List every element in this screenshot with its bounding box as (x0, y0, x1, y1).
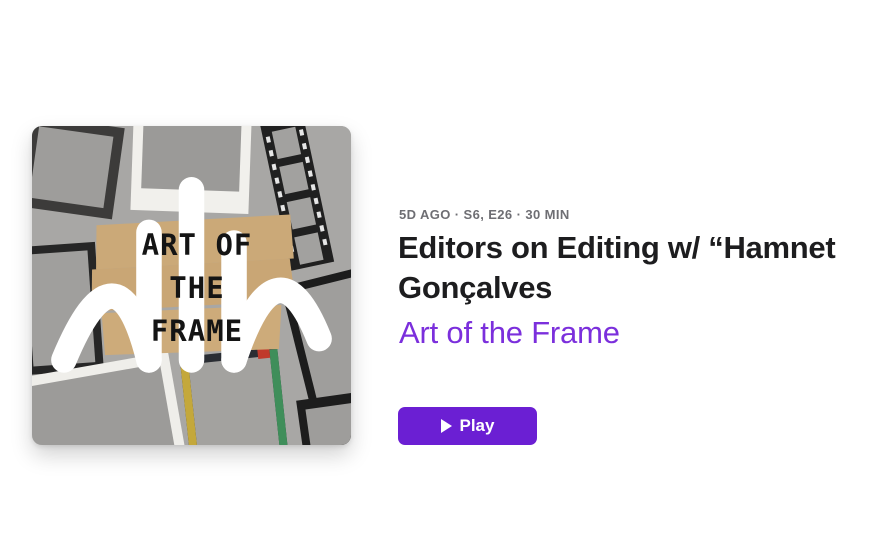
play-button[interactable]: Play (398, 407, 537, 445)
episode-title[interactable]: Editors on Editing w/ “Hamnet Gonçalves (398, 228, 878, 308)
play-label: Play (459, 416, 495, 435)
play-icon (440, 419, 452, 433)
episode-meta: 5D AGO · S6, E26 · 30 MIN (399, 207, 570, 222)
show-link[interactable]: Art of the Frame (399, 313, 620, 353)
podcast-artwork[interactable]: ART OF THE FRAME (32, 126, 351, 445)
artwork-title-text: ART OF THE FRAME (141, 228, 253, 348)
